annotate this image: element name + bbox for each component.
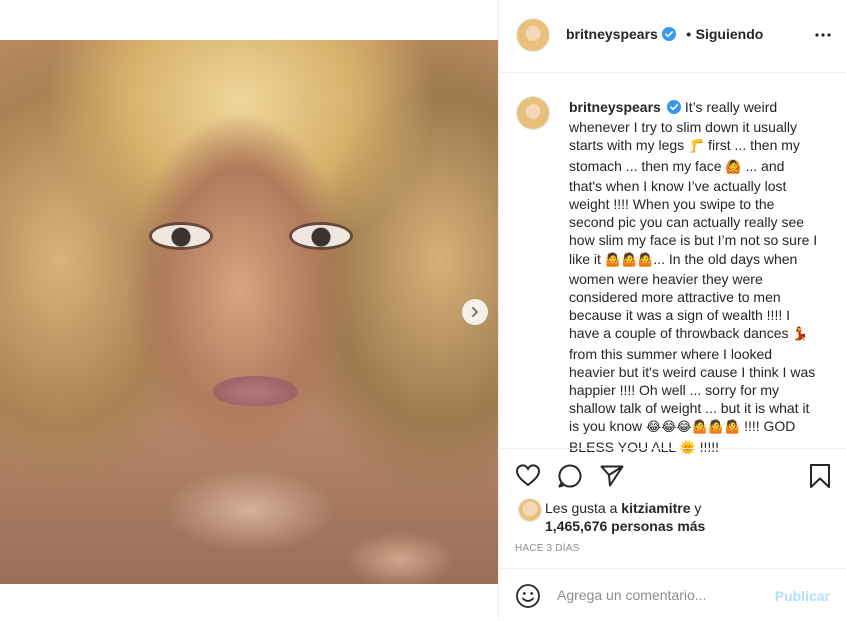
- liker-username[interactable]: kitziamitre: [621, 500, 690, 516]
- post-photo[interactable]: [0, 40, 498, 584]
- comment-bar: Agrega un comentario... Publicar: [499, 568, 846, 621]
- comment-button[interactable]: [557, 463, 583, 494]
- save-button[interactable]: [808, 463, 832, 494]
- avatar[interactable]: [517, 19, 549, 51]
- right-eye: [292, 225, 350, 247]
- left-eye: [152, 225, 210, 247]
- separator-dot: •: [686, 26, 692, 42]
- likes-prefix: Les gusta a: [545, 500, 622, 516]
- next-photo-button[interactable]: [462, 299, 488, 325]
- publish-button[interactable]: Publicar: [775, 588, 830, 604]
- more-horizontal-icon: [815, 33, 831, 37]
- caption-username[interactable]: britneyspears: [569, 99, 661, 115]
- caption-avatar[interactable]: [517, 97, 549, 129]
- post-timestamp[interactable]: HACE 3 DÍAS: [515, 543, 579, 554]
- laugh-emoji: 😂😂😂🤷🤷🤷: [646, 420, 741, 436]
- paper-plane-icon: [600, 465, 624, 487]
- chevron-right-icon: [472, 307, 478, 317]
- caption: britneyspears It’s really weird whenever …: [569, 98, 819, 458]
- liker-avatar[interactable]: [519, 499, 541, 521]
- header-identity: britneyspears • Siguiendo: [566, 26, 763, 46]
- verified-badge-icon: [666, 100, 681, 118]
- following-button[interactable]: Siguiendo: [696, 26, 764, 42]
- more-options-button[interactable]: [814, 26, 832, 49]
- post-sidebar: britneyspears • Siguiendo britneyspears I…: [498, 0, 846, 620]
- heart-icon: [515, 464, 541, 487]
- emoji-picker-button[interactable]: [515, 583, 541, 614]
- face-emoji: 🙆: [725, 159, 742, 175]
- username-link[interactable]: britneyspears: [566, 26, 658, 42]
- likes-count-link[interactable]: 1,465,676 personas más: [545, 518, 705, 534]
- dancer-emoji: 💃: [792, 327, 809, 343]
- likes-connector: y: [690, 500, 702, 516]
- lips: [213, 376, 297, 406]
- likes-suffix: personas más: [607, 518, 706, 534]
- post-header: britneyspears • Siguiendo: [499, 0, 846, 73]
- comment-icon: [558, 464, 582, 488]
- action-bar: [499, 448, 846, 499]
- shrug-emoji: 🤷🤷🤷: [604, 252, 654, 268]
- verified-badge-icon: [661, 27, 676, 46]
- leg-emoji: 🦵: [688, 139, 705, 155]
- share-button[interactable]: [599, 463, 625, 494]
- bookmark-icon: [810, 464, 830, 488]
- comment-input[interactable]: Agrega un comentario...: [557, 587, 706, 603]
- smiley-icon: [516, 584, 540, 608]
- like-button[interactable]: [515, 463, 541, 492]
- likes-count: 1,465,676: [545, 518, 608, 534]
